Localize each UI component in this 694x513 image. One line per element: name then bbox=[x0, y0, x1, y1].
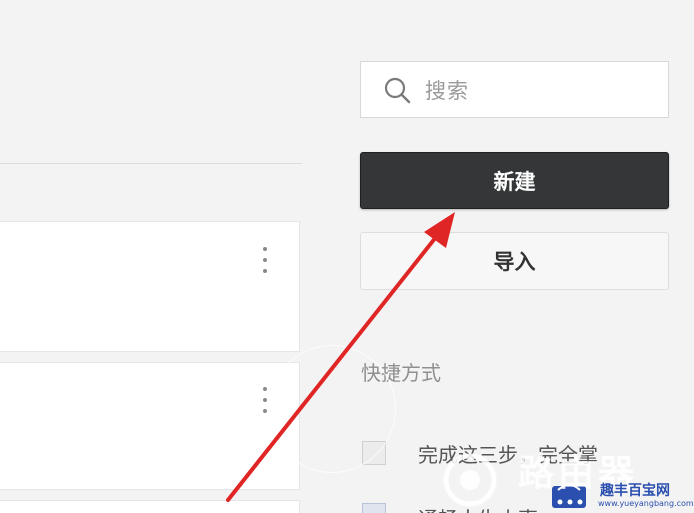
shortcut-item[interactable]: 完成这三步，完全掌 bbox=[362, 438, 598, 468]
search-icon bbox=[384, 77, 411, 103]
shortcut-checkbox-icon[interactable] bbox=[362, 503, 386, 513]
search-input[interactable]: 搜索 bbox=[360, 61, 669, 118]
shortcut-item-label: 完成这三步，完全掌 bbox=[418, 442, 598, 467]
note-card[interactable] bbox=[0, 362, 300, 490]
shortcut-item[interactable]: 通畅人生小事 bbox=[362, 503, 538, 513]
shortcut-checkbox-icon[interactable] bbox=[362, 441, 386, 465]
more-options-icon[interactable] bbox=[261, 387, 269, 413]
watermark-url: www.yueyangbang.com bbox=[598, 499, 694, 508]
note-card[interactable] bbox=[0, 221, 300, 352]
shortcuts-heading: 快捷方式 bbox=[361, 361, 441, 385]
more-options-icon[interactable] bbox=[261, 247, 269, 273]
search-placeholder: 搜索 bbox=[425, 78, 469, 103]
watermark-site-name: 趣丰百宝网 bbox=[600, 483, 670, 499]
app-window: 搜索 新建 导入 快捷方式 完成这三步，完全掌 通畅人生小事 路由器 趣丰百宝网… bbox=[0, 0, 694, 513]
list-divider bbox=[0, 163, 302, 164]
shortcut-item-label: 通畅人生小事 bbox=[418, 503, 538, 513]
import-button[interactable]: 导入 bbox=[360, 232, 669, 290]
new-button[interactable]: 新建 bbox=[360, 152, 669, 209]
note-card[interactable] bbox=[0, 500, 300, 513]
